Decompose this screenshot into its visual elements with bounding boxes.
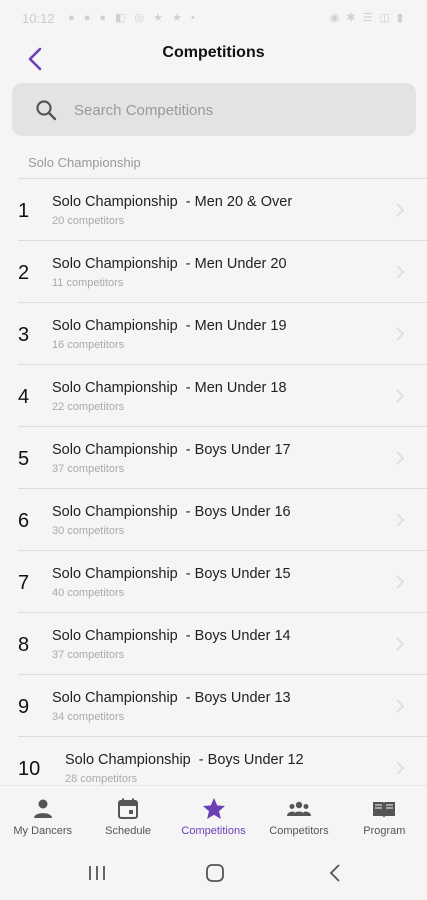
home-button[interactable] — [200, 860, 230, 886]
competitor-count: 28 competitors — [65, 773, 138, 785]
competitor-count: 37 competitors — [52, 463, 125, 475]
competition-name: Solo Championship - Boys Under 17 — [52, 442, 291, 458]
nav-label: Program — [363, 825, 406, 837]
person-icon — [33, 799, 52, 818]
competition-number: 10 — [18, 758, 41, 780]
nav-label: Competitions — [181, 825, 246, 837]
section-header: Solo Championship — [28, 155, 141, 170]
book-icon — [373, 802, 396, 818]
competition-number: 9 — [18, 696, 30, 718]
chevron-right-icon — [396, 265, 405, 279]
chevron-right-icon — [396, 637, 405, 651]
competition-name: Solo Championship - Boys Under 14 — [52, 628, 291, 644]
competition-number: 3 — [18, 324, 30, 346]
competitor-count: 40 competitors — [52, 587, 125, 599]
chevron-right-icon — [396, 451, 405, 465]
competition-name: Solo Championship - Boys Under 16 — [52, 504, 291, 520]
competition-row[interactable]: 7 Solo Championship - Boys Under 15 40 c… — [18, 551, 427, 613]
nav-schedule[interactable]: Schedule — [85, 786, 170, 847]
competitor-count: 34 competitors — [52, 711, 125, 723]
competition-number: 8 — [18, 634, 30, 656]
nav-label: Competitors — [269, 825, 329, 837]
competitor-count: 16 competitors — [52, 339, 125, 351]
nav-competitions[interactable]: Competitions — [171, 786, 256, 847]
chevron-right-icon — [396, 389, 405, 403]
competition-name: Solo Championship - Men 20 & Over — [52, 194, 293, 210]
competition-name: Solo Championship - Boys Under 13 — [52, 690, 291, 706]
header: Competitions — [0, 38, 427, 78]
competition-row[interactable]: 10 Solo Championship - Boys Under 12 28 … — [18, 737, 427, 785]
competition-row[interactable]: 3 Solo Championship - Men Under 19 16 co… — [18, 303, 427, 365]
chevron-right-icon — [396, 513, 405, 527]
competitor-count: 37 competitors — [52, 649, 125, 661]
search-input[interactable] — [74, 96, 394, 124]
search-bar[interactable] — [12, 83, 416, 136]
system-status-icons: ◉ ✱ ☰ ◫ ▮ — [329, 12, 405, 24]
page-title: Competitions — [162, 44, 265, 61]
group-icon — [286, 801, 311, 816]
back-icon — [329, 864, 340, 882]
nav-program[interactable]: Program — [342, 786, 427, 847]
chevron-right-icon — [396, 699, 405, 713]
nav-label: My Dancers — [13, 825, 73, 837]
competition-row[interactable]: 5 Solo Championship - Boys Under 17 37 c… — [18, 427, 427, 489]
competitor-count: 20 competitors — [52, 215, 125, 227]
competition-name: Solo Championship - Men Under 18 — [52, 380, 287, 396]
competition-name: Solo Championship - Men Under 19 — [52, 318, 287, 334]
competition-name: Solo Championship - Boys Under 15 — [52, 566, 291, 582]
competition-row[interactable]: 9 Solo Championship - Boys Under 13 34 c… — [18, 675, 427, 737]
competition-row[interactable]: 4 Solo Championship - Men Under 18 22 co… — [18, 365, 427, 427]
competition-list[interactable]: 1 Solo Championship - Men 20 & Over 20 c… — [0, 179, 427, 785]
competition-number: 4 — [18, 386, 30, 408]
system-back-button[interactable] — [320, 860, 350, 886]
calendar-icon — [118, 798, 139, 819]
competition-number: 7 — [18, 572, 30, 594]
chevron-right-icon — [396, 203, 405, 217]
bottom-nav: My Dancers Schedule Competitions Competi… — [0, 785, 427, 847]
competition-number: 5 — [18, 448, 30, 470]
chevron-right-icon — [396, 327, 405, 341]
competitor-count: 30 competitors — [52, 525, 125, 537]
competition-name: Solo Championship - Men Under 20 — [52, 256, 287, 272]
recent-apps-icon — [89, 866, 105, 880]
status-bar: 10:12 ● ● ● ◧ ◎ ★ ★ • ◉ ✱ ☰ ◫ ▮ — [0, 0, 427, 38]
recent-apps-button[interactable] — [82, 860, 112, 886]
competition-number: 2 — [18, 262, 30, 284]
status-time: 10:12 — [22, 11, 55, 26]
chevron-right-icon — [396, 575, 405, 589]
competition-row[interactable]: 6 Solo Championship - Boys Under 16 30 c… — [18, 489, 427, 551]
competitor-count: 11 competitors — [52, 277, 124, 289]
nav-competitors[interactable]: Competitors — [256, 786, 341, 847]
notification-icons: ● ● ● ◧ ◎ ★ ★ • — [68, 12, 198, 24]
competition-number: 6 — [18, 510, 30, 532]
search-icon — [36, 100, 57, 121]
nav-label: Schedule — [105, 825, 152, 837]
competition-number: 1 — [18, 200, 30, 222]
star-icon — [202, 798, 225, 819]
competitor-count: 22 competitors — [52, 401, 125, 413]
competition-row[interactable]: 2 Solo Championship - Men Under 20 11 co… — [18, 241, 427, 303]
system-nav-bar — [0, 848, 427, 900]
competition-row[interactable]: 1 Solo Championship - Men 20 & Over 20 c… — [18, 179, 427, 241]
competition-name: Solo Championship - Boys Under 12 — [65, 752, 304, 768]
chevron-right-icon — [396, 761, 405, 775]
nav-my-dancers[interactable]: My Dancers — [0, 786, 85, 847]
competition-row[interactable]: 8 Solo Championship - Boys Under 14 37 c… — [18, 613, 427, 675]
home-icon — [206, 864, 224, 882]
